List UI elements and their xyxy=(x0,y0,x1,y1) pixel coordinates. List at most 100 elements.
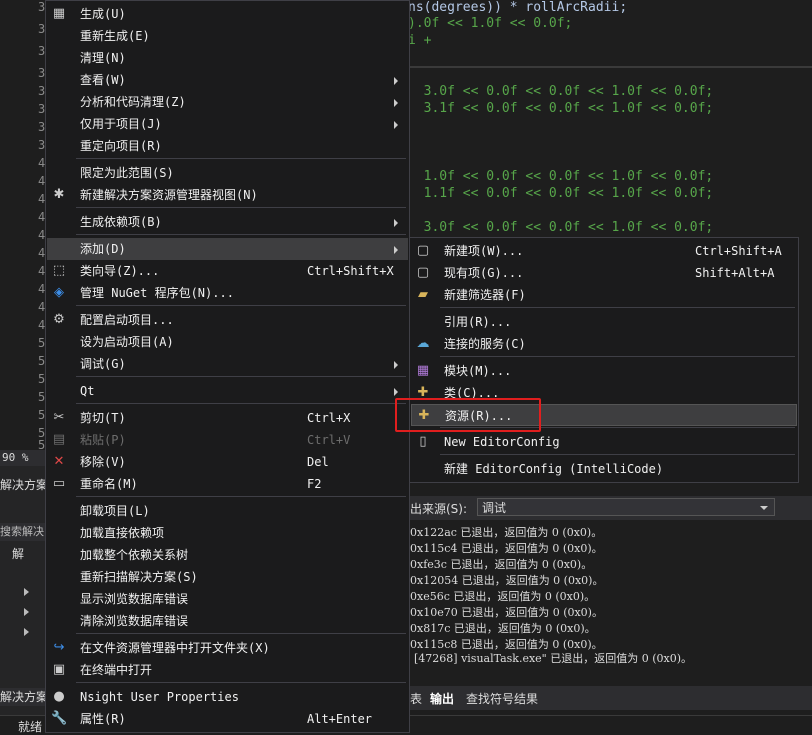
code-line: ns(degrees)) * rollArcRadii; xyxy=(408,0,628,15)
menu-item-label: 清理(N) xyxy=(80,51,126,65)
menu-item-open-in-terminal[interactable]: ▣ 在终端中打开 xyxy=(47,659,408,681)
menu-item-new-explorer-view[interactable]: ✱ 新建解决方案资源管理器视图(N) xyxy=(47,184,408,206)
menu-item-module[interactable]: ▦ 模块(M)... xyxy=(411,360,797,382)
output-line: [47268] visualTask.exe" 已退出，返回值为 0 (0x0)… xyxy=(414,652,693,665)
menu-item-existing-item[interactable]: ▢ 现有项(G)... Shift+Alt+A xyxy=(411,262,797,284)
menu-item-new-editorconfig-intellicode[interactable]: 新建 EditorConfig (IntelliCode) xyxy=(411,458,797,480)
menu-item-label: 添加(D) xyxy=(80,242,126,256)
menu-item-label: 引用(R)... xyxy=(444,315,512,329)
menu-separator xyxy=(76,207,406,208)
output-line: 0x817c 已退出，返回值为 0 (0x0)。 xyxy=(410,622,596,635)
menu-item-label: 调试(G) xyxy=(80,357,126,371)
menu-item-label: 分析和代码清理(Z) xyxy=(80,95,186,109)
menu-item-label: 设为启动项目(A) xyxy=(80,335,174,349)
menu-item-load-dep-tree[interactable]: 加载整个依赖关系树 xyxy=(47,544,408,566)
output-source-select[interactable]: 调试 xyxy=(477,498,775,516)
menu-item-label: 现有项(G)... xyxy=(444,266,524,280)
menu-item-clear-browse-errors[interactable]: 清除浏览数据库错误 xyxy=(47,610,408,632)
menu-item-properties[interactable]: 🔧 属性(R) Alt+Enter xyxy=(47,708,408,730)
menu-item-label: 连接的服务(C) xyxy=(444,337,526,351)
menu-item-label: 新建 EditorConfig (IntelliCode) xyxy=(444,462,664,476)
solution-root-node[interactable]: 解 xyxy=(12,545,46,561)
output-line: 0x115c4 已退出，返回值为 0 (0x0)。 xyxy=(410,542,603,555)
menu-item-new-editorconfig[interactable]: ▯ New EditorConfig xyxy=(411,431,797,453)
solution-explorer-tab[interactable]: 解决方案 xyxy=(0,688,46,706)
new-item-icon: ▢ xyxy=(416,243,430,258)
rename-icon: ▭ xyxy=(52,476,66,491)
menu-item-qt[interactable]: Qt xyxy=(47,380,408,402)
nsight-icon: ● xyxy=(53,689,65,704)
expand-arrow-icon[interactable] xyxy=(24,608,29,616)
menu-item-remove[interactable]: ✕ 移除(V) Del xyxy=(47,451,408,473)
new-view-icon: ✱ xyxy=(53,187,65,202)
menu-item-shortcut: Del xyxy=(307,455,329,469)
menu-item-shortcut: Alt+Enter xyxy=(307,712,373,726)
menu-item-view[interactable]: 查看(W) xyxy=(47,69,408,91)
menu-item-label: 重命名(M) xyxy=(80,477,138,491)
folder-icon: ▰ xyxy=(418,287,428,302)
menu-item-class-wizard[interactable]: ⬚ 类向导(Z)... Ctrl+Shift+X xyxy=(47,260,408,282)
menu-item-unload-project[interactable]: 卸载项目(L) xyxy=(47,500,408,522)
menu-item-manage-nuget[interactable]: ◈ 管理 NuGet 程序包(N)... xyxy=(47,282,408,304)
menu-item-label: 生成依赖项(B) xyxy=(80,215,162,229)
menu-item-load-direct-deps[interactable]: 加载直接依赖项 xyxy=(47,522,408,544)
menu-item-add[interactable]: 添加(D) xyxy=(47,238,408,260)
menu-item-set-startup[interactable]: 设为启动项目(A) xyxy=(47,331,408,353)
menu-item-label: 新建项(W)... xyxy=(444,244,524,258)
clipboard-icon: ▤ xyxy=(52,432,66,447)
menu-item-project-only[interactable]: 仅用于项目(J) xyxy=(47,113,408,135)
menu-item-label: 仅用于项目(J) xyxy=(80,117,162,131)
menu-item-label: 新建解决方案资源管理器视图(N) xyxy=(80,188,258,202)
menu-item-new-item[interactable]: ▢ 新建项(W)... Ctrl+Shift+A xyxy=(411,240,797,262)
expand-arrow-icon[interactable] xyxy=(24,628,29,636)
menu-item-retarget[interactable]: 重定向项目(R) xyxy=(47,135,408,157)
menu-item-label: 在文件资源管理器中打开文件夹(X) xyxy=(80,641,270,655)
solution-search-input[interactable]: 搜索解决 xyxy=(0,523,46,541)
editor-divider xyxy=(408,66,812,68)
output-source-value: 调试 xyxy=(482,501,507,515)
chevron-right-icon xyxy=(394,219,398,227)
tab-find-symbol-results[interactable]: 查找符号结果 xyxy=(466,690,538,707)
menu-item-connected-services[interactable]: ☁ 连接的服务(C) xyxy=(411,333,797,355)
menu-item-label: 查看(W) xyxy=(80,73,126,87)
menu-item-label: 重新扫描解决方案(S) xyxy=(80,570,198,584)
menu-item-shortcut: Ctrl+V xyxy=(307,433,351,447)
menu-item-new-filter[interactable]: ▰ 新建筛选器(F) xyxy=(411,284,797,306)
menu-item-reference[interactable]: 引用(R)... xyxy=(411,311,797,333)
open-folder-icon: ↪ xyxy=(53,640,65,655)
menu-item-show-browse-errors[interactable]: 显示浏览数据库错误 xyxy=(47,588,408,610)
bottom-tab-bar: 表 输出 查找符号结果 xyxy=(410,686,812,710)
expand-arrow-icon[interactable] xyxy=(24,588,29,596)
menu-item-scope-to-this[interactable]: 限定为此范围(S) xyxy=(47,162,408,184)
output-line: 0x122ac 已退出，返回值为 0 (0x0)。 xyxy=(410,526,603,539)
menu-item-clean[interactable]: 清理(N) xyxy=(47,47,408,69)
menu-item-rescan-solution[interactable]: 重新扫描解决方案(S) xyxy=(47,566,408,588)
highlight-annotation xyxy=(395,398,541,432)
menu-item-configure-startup[interactable]: ⚙ 配置启动项目... xyxy=(47,309,408,331)
menu-item-shortcut: Shift+Alt+A xyxy=(695,266,775,280)
menu-item-label: 卸载项目(L) xyxy=(80,504,150,518)
menu-item-debug[interactable]: 调试(G) xyxy=(47,353,408,375)
menu-separator xyxy=(76,496,406,497)
close-icon: ✕ xyxy=(53,454,65,469)
menu-item-build[interactable]: ▦ 生成(U) xyxy=(47,3,408,25)
add-submenu: ▢ 新建项(W)... Ctrl+Shift+A ▢ 现有项(G)... Shift+A… xyxy=(409,237,799,483)
menu-item-cut[interactable]: ✂ 剪切(T) Ctrl+X xyxy=(47,407,408,429)
tab-output[interactable]: 输出 xyxy=(430,690,454,707)
code-line: ).0f << 1.0f << 0.0f; xyxy=(408,16,573,31)
menu-item-rename[interactable]: ▭ 重命名(M) F2 xyxy=(47,473,408,495)
line-number-gutter: 3 3 3 3 3 3 3 3 4 4 4 4 4 4 4 4 4 4 5 5 … xyxy=(0,0,45,452)
menu-item-shortcut: Ctrl+Shift+A xyxy=(695,244,782,258)
menu-item-open-in-explorer[interactable]: ↪ 在文件资源管理器中打开文件夹(X) xyxy=(47,637,408,659)
menu-item-label: 剪切(T) xyxy=(80,411,126,425)
menu-item-rebuild[interactable]: 重新生成(E) xyxy=(47,25,408,47)
menu-separator xyxy=(76,682,406,683)
menu-item-nsight-properties[interactable]: ● Nsight User Properties xyxy=(47,686,408,708)
tab-error-list[interactable]: 表 xyxy=(410,690,422,707)
menu-item-label: Nsight User Properties xyxy=(80,690,239,704)
zoom-level[interactable]: 90 % xyxy=(0,450,48,466)
menu-item-paste: ▤ 粘贴(P) Ctrl+V xyxy=(47,429,408,451)
menu-item-label: 加载直接依赖项 xyxy=(80,526,165,540)
menu-item-analyze[interactable]: 分析和代码清理(Z) xyxy=(47,91,408,113)
menu-item-build-dependencies[interactable]: 生成依赖项(B) xyxy=(47,211,408,233)
